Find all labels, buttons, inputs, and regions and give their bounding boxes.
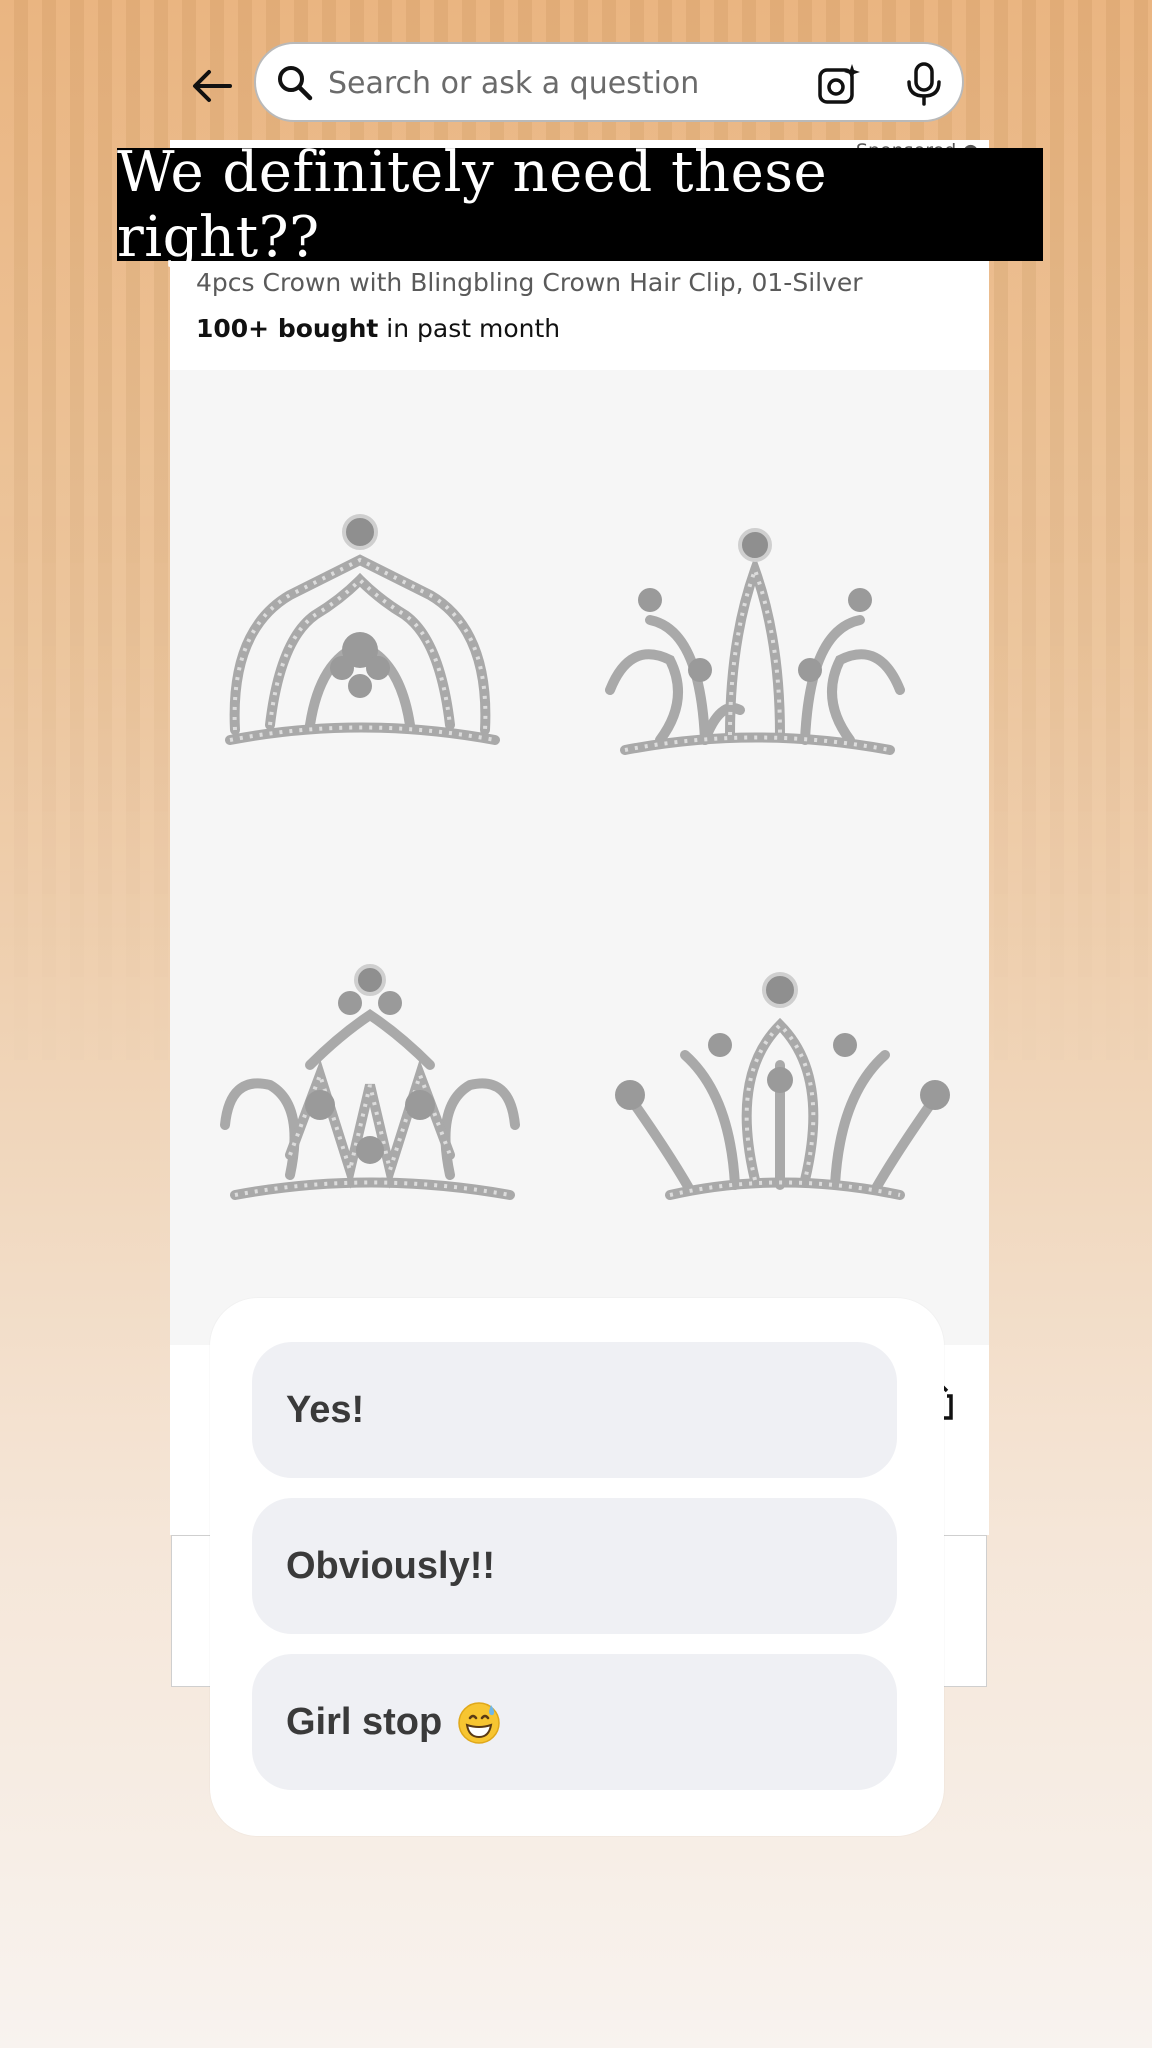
product-title[interactable]: 4pcs Crown with Blingbling Crown Hair Cl…: [196, 268, 863, 297]
bought-count: 100+ bought in past month: [196, 314, 560, 343]
grinning-sweat-emoji: [458, 1702, 500, 1744]
crown-image-2: [605, 528, 905, 755]
product-image[interactable]: [170, 370, 989, 1345]
poll-option-label: Girl stop: [286, 1700, 443, 1743]
story-caption: We definitely need these right??: [117, 140, 1043, 270]
bought-rest: in past month: [378, 314, 561, 343]
search-icon: [278, 66, 313, 101]
back-button[interactable]: [186, 60, 238, 112]
search-input[interactable]: Search or ask a question: [328, 66, 699, 101]
camera-sparkle-icon[interactable]: [816, 62, 860, 106]
product-card[interactable]: Sponsored ● 4pcs Crown with Blingbling C…: [170, 140, 989, 1345]
crown-image-1: [225, 514, 500, 745]
microphone-icon[interactable]: [904, 62, 944, 106]
poll-option-label: Yes!: [286, 1388, 365, 1431]
search-bar[interactable]: Search or ask a question: [254, 42, 964, 122]
caption-text: We definitely need these right??: [117, 139, 828, 270]
poll-option-yes[interactable]: Yes!: [252, 1342, 897, 1478]
poll-sticker[interactable]: Yes! Obviously!! Girl stop: [210, 1298, 944, 1836]
poll-option-label: Obviously!!: [286, 1544, 496, 1587]
poll-option-girl-stop[interactable]: Girl stop: [252, 1654, 897, 1790]
poll-option-obviously[interactable]: Obviously!!: [252, 1498, 897, 1634]
bought-bold: 100+ bought: [196, 314, 379, 343]
back-arrow-icon: [193, 70, 232, 102]
crown-image-3: [220, 964, 520, 1200]
crown-image-4: [615, 972, 950, 1200]
